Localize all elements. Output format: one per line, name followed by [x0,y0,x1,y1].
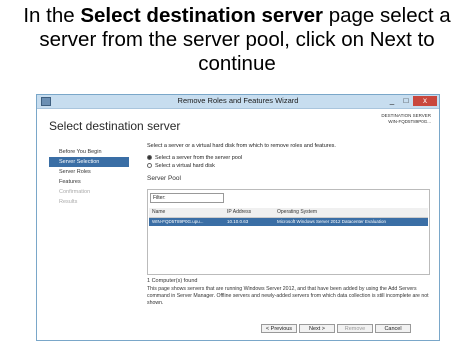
wizard-header: Select destination server DESTINATION SE… [37,109,439,145]
server-grid-header: Name IP Address Operating System [149,208,428,218]
radio-virtual-disk[interactable]: Select a virtual hard disk [147,163,215,169]
remove-button[interactable]: Remove [337,324,373,333]
nav-item-confirmation: Confirmation [59,189,91,195]
heading-suffix: page select a [323,4,451,27]
column-name[interactable]: Name [152,208,165,217]
minimize-button[interactable]: _ [385,96,399,106]
nav-item-server-selection[interactable]: Server Selection [49,157,129,167]
wizard-nav: Before You Begin Server Selection Server… [49,147,129,207]
instruction-text: Select a server or a virtual hard disk f… [147,143,336,149]
nav-item-features[interactable]: Features [49,177,129,187]
destination-server-value: WIN-FQD5T89P0G... [388,119,431,124]
destination-server-label: DESTINATION SERVER [381,113,431,118]
close-button[interactable]: x [413,96,437,106]
computers-found-count: 1 Computer(s) found [147,278,198,284]
column-operating-system[interactable]: Operating System [277,208,317,217]
radio-virtual-disk-label: Select a virtual hard disk [155,163,215,169]
title-bar: Remove Roles and Features Wizard _ □ x [37,95,439,109]
radio-server-pool-label: Select a server from the server pool [155,155,243,161]
wizard-buttons: < Previous Next > Remove Cancel [37,322,439,340]
next-button[interactable]: Next > [299,324,335,333]
slide-heading-line3: continue [198,52,276,75]
server-pool-heading: Server Pool [147,175,181,182]
cancel-button[interactable]: Cancel [375,324,411,333]
radio-server-pool[interactable]: Select a server from the server pool [147,155,242,161]
table-row[interactable]: WIN-FQD5T89P0G.upu... 10.10.0.63 Microso… [149,218,428,226]
wizard-content: Select a server or a virtual hard disk f… [147,143,433,306]
window-title: Remove Roles and Features Wizard [177,96,299,105]
server-pool-note: This page shows servers that are running… [147,286,429,306]
wizard-window: Remove Roles and Features Wizard _ □ x S… [36,94,440,341]
nav-item-server-roles[interactable]: Server Roles [49,167,129,177]
slide-heading: In the Select destination server page se… [0,4,474,76]
heading-bold: Select destination server [80,4,324,27]
maximize-button[interactable]: □ [399,96,413,106]
nav-item-before-you-begin[interactable]: Before You Begin [49,147,129,157]
row-name: WIN-FQD5T89P0G.upu... [152,219,204,224]
slide-heading-line2: server from the server pool, click on Ne… [39,28,435,51]
server-pool-panel: Filter: Name IP Address Operating System… [147,189,430,275]
row-os: Microsoft Windows Server 2012 Datacenter… [277,219,387,224]
column-ip-address[interactable]: IP Address [227,208,251,217]
radio-selected-icon[interactable] [147,155,152,161]
nav-item-results: Results [59,199,78,205]
radio-unselected-icon[interactable] [147,163,152,169]
row-ip: 10.10.0.63 [227,219,249,224]
previous-button[interactable]: < Previous [261,324,297,333]
page-title: Select destination server [49,119,181,133]
filter-input[interactable]: Filter: [150,193,224,203]
slide-heading-line1: In the Select destination server page se… [0,4,474,28]
heading-prefix: In the [23,4,81,27]
